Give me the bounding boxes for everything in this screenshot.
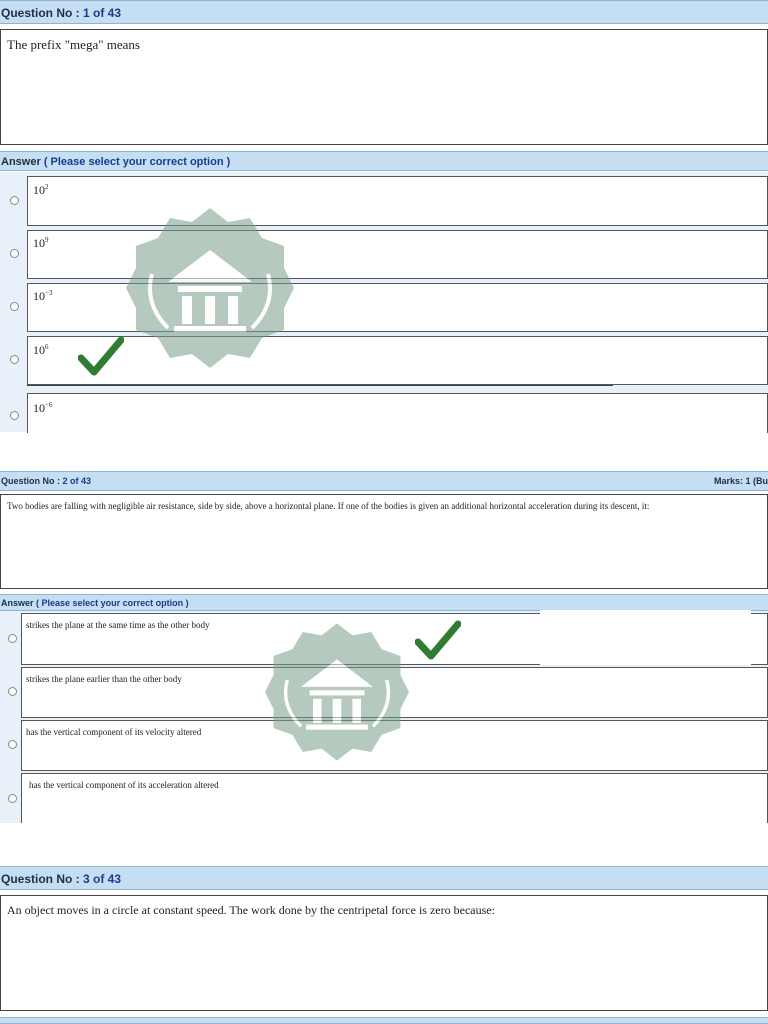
option-base: 10: [33, 289, 45, 303]
q1-option-4-radio[interactable]: [10, 355, 19, 364]
question-1-header: Question No : 1 of 43: [0, 0, 768, 24]
question-3-text: An object moves in a circle at constant …: [7, 903, 495, 917]
option-text: strikes the plane earlier than the other…: [26, 674, 182, 684]
q1-option-5[interactable]: 10−6: [27, 393, 768, 433]
option-text: has the vertical component of its accele…: [29, 780, 219, 790]
answer-3-header: [0, 1017, 768, 1024]
option-exponent: 2: [45, 183, 49, 191]
q2-option-1-radio[interactable]: [8, 634, 17, 643]
question-label-text: Question No :: [1, 6, 83, 20]
answer-label: Answer: [1, 156, 41, 168]
q2-option-4[interactable]: has the vertical component of its accele…: [21, 773, 768, 823]
q2-option-2-radio[interactable]: [8, 687, 17, 696]
option-base: 10: [33, 236, 45, 250]
answer-label: Answer: [1, 598, 34, 608]
marks-label: Marks: 1 (Bu: [713, 476, 768, 486]
option-base: 10: [33, 183, 45, 197]
institution-watermark-icon: [126, 208, 294, 368]
question-number: 3 of 43: [83, 872, 122, 886]
q1-option-3-radio[interactable]: [10, 302, 19, 311]
question-3-label: Question No : 3 of 43: [1, 872, 121, 886]
option-base: 10: [33, 343, 45, 357]
question-2-text: Two bodies are falling with negligible a…: [7, 501, 650, 511]
question-1-text: The prefix "mega" means: [7, 37, 140, 52]
question-2-text-box: Two bodies are falling with negligible a…: [0, 494, 768, 589]
question-2-label: Question No : 2 of 43: [1, 476, 91, 486]
option-exponent: −6: [45, 401, 53, 409]
q1-option-5-radio[interactable]: [10, 411, 19, 420]
question-1-text-box: The prefix "mega" means: [0, 29, 768, 145]
q2-option-3-radio[interactable]: [8, 740, 17, 749]
q1-option-1-radio[interactable]: [10, 196, 19, 205]
q2-option-4-radio[interactable]: [8, 794, 17, 803]
answer-2-header: Answer ( Please select your correct opti…: [0, 594, 768, 611]
check-mark-icon: [415, 620, 461, 660]
answer-hint: ( Please select your correct option ): [43, 156, 231, 168]
question-number: 2 of 43: [62, 476, 92, 486]
check-mark-icon: [78, 336, 124, 376]
question-3-header: Question No : 3 of 43: [0, 866, 768, 890]
question-label-text: Question No :: [1, 476, 63, 486]
q1-option-2-radio[interactable]: [10, 249, 19, 258]
question-label-text: Question No :: [1, 872, 83, 886]
question-3-text-box: An object moves in a circle at constant …: [0, 895, 768, 1011]
answer-1-header: Answer ( Please select your correct opti…: [0, 151, 768, 171]
blank-patch: [540, 610, 751, 665]
option-exponent: 9: [45, 236, 49, 244]
option-exponent: 6: [45, 343, 49, 351]
question-2-header: Question No : 2 of 43 Marks: 1 (Bu: [0, 471, 768, 491]
option-text: has the vertical component of its veloci…: [26, 727, 202, 737]
option-base: 10: [33, 401, 45, 415]
institution-watermark-icon: [265, 623, 409, 761]
answer-hint: ( Please select your correct option ): [36, 598, 189, 608]
question-number: 1 of 43: [83, 6, 122, 20]
option-exponent: −3: [45, 289, 53, 297]
option-text: strikes the plane at the same time as th…: [26, 620, 210, 630]
divider-line: [27, 385, 613, 386]
question-1-label: Question No : 1 of 43: [1, 6, 121, 20]
